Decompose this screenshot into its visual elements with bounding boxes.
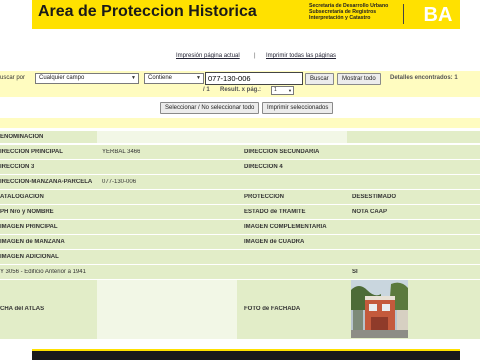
facade-photo[interactable] xyxy=(351,280,408,338)
chevron-down-icon: ▼ xyxy=(288,88,292,93)
page-title: Area de Proteccion Historica xyxy=(38,3,257,20)
chevron-down-icon: ▼ xyxy=(196,75,201,81)
foto-fachada-label: FOTO de FACHADA xyxy=(244,306,301,312)
ba-logo: BA xyxy=(418,2,458,26)
estado-tramite-value: NOTA CAAP xyxy=(352,209,387,215)
ley-3056-label: Y 3056 - Edificio Anterior a 1941 xyxy=(0,269,86,275)
table-top-strip xyxy=(0,118,480,128)
search-operator-value: Contiene xyxy=(148,75,173,81)
results-per-page-label: Result. x pág.: xyxy=(220,87,262,93)
table-row: IMAGEN ADICIONAL xyxy=(0,250,480,264)
search-button[interactable]: Buscar xyxy=(305,73,334,85)
table-row: CHA del ATLAS FOTO de FACHADA xyxy=(0,280,480,339)
svg-text:BA: BA xyxy=(424,4,453,26)
results-per-page-value: 1 xyxy=(274,87,277,93)
table-row: ENOMINACION xyxy=(0,131,480,143)
table-row: Y 3056 - Edificio Anterior a 1941 SI xyxy=(0,265,480,279)
results-per-page-select[interactable]: 1 ▼ xyxy=(271,86,294,95)
search-input[interactable]: 077-130-006 xyxy=(205,72,303,85)
print-current-page-link[interactable]: Impresión página actual xyxy=(176,53,240,59)
proteccion-value: DESESTIMADO xyxy=(352,194,397,200)
link-separator: | xyxy=(254,53,256,59)
header-divider xyxy=(403,4,404,24)
page-indicator: / 1 xyxy=(203,87,210,93)
ph-label: PH Nro y NOMBRE xyxy=(0,209,54,215)
table-row: IMAGEN PRINCIPAL IMAGEN COMPLEMENTARIA xyxy=(0,220,480,234)
table-row: IMAGEN de MANZANA IMAGEN de CUADRA xyxy=(0,235,480,249)
imagen-complementaria-label: IMAGEN COMPLEMENTARIA xyxy=(244,224,327,230)
imagen-cuadra-label: IMAGEN de CUADRA xyxy=(244,239,305,245)
denominacion-value-cell xyxy=(97,131,347,143)
print-selected-button[interactable]: Imprimir seleccionados xyxy=(262,102,334,114)
chevron-down-icon: ▼ xyxy=(131,75,136,81)
direccion-principal-label: IRECCION PRINCIPAL xyxy=(0,149,63,155)
footer-bar xyxy=(32,351,460,360)
ficha-atlas-label: CHA del ATLAS xyxy=(0,306,45,312)
direccion-secundaria-label: DIRECCION SECUNDARIA xyxy=(244,149,320,155)
estado-tramite-label: ESTADO de TRAMITE xyxy=(244,209,306,215)
show-all-button[interactable]: Mostrar todo xyxy=(337,73,381,85)
header-subtitle-line: Interpretación y Catastro xyxy=(309,15,371,21)
search-field-select[interactable]: Cualquier campo ▼ xyxy=(35,73,139,84)
direccion3-label: IRECCION 3 xyxy=(0,164,35,170)
imagen-principal-label: IMAGEN PRINCIPAL xyxy=(0,224,58,230)
header-subtitle: Secretaría de Desarrollo Urbano Subsecre… xyxy=(309,3,399,21)
table-row: IRECCION 3 DIRECCION 4 xyxy=(0,160,480,174)
catalogacion-label: ATALOGACION xyxy=(0,194,44,200)
ley-3056-value: SI xyxy=(352,269,358,275)
table-row: IRECCION-MANZANA-PARCELA 077-130-006 xyxy=(0,175,480,189)
search-field-value: Cualquier campo xyxy=(39,75,85,81)
search-operator-select[interactable]: Contiene ▼ xyxy=(144,73,204,84)
imagen-adicional-label: IMAGEN ADICIONAL xyxy=(0,254,59,260)
direccion-principal-value: YERBAL 3466 xyxy=(102,149,141,155)
select-toggle-button[interactable]: Seleccionar / No seleccionar todo xyxy=(160,102,260,114)
direccion4-label: DIRECCION 4 xyxy=(244,164,283,170)
smp-label: IRECCION-MANZANA-PARCELA xyxy=(0,179,93,185)
denominacion-label: ENOMINACION xyxy=(0,134,44,140)
print-all-pages-link[interactable]: Imprimir todas las páginas xyxy=(266,53,336,59)
smp-value: 077-130-006 xyxy=(102,179,137,185)
table-row: PH Nro y NOMBRE ESTADO de TRAMITE NOTA C… xyxy=(0,205,480,219)
results-found-count: Detalles encontrados: 1 xyxy=(390,75,458,81)
proteccion-label: PROTECCION xyxy=(244,194,285,200)
table-row: IRECCION PRINCIPAL YERBAL 3466 DIRECCION… xyxy=(0,145,480,159)
ficha-atlas-cell xyxy=(97,280,237,339)
search-by-label: uscar por xyxy=(0,75,26,81)
imagen-manzana-label: IMAGEN de MANZANA xyxy=(0,239,65,245)
table-row: ATALOGACION PROTECCION DESESTIMADO xyxy=(0,190,480,204)
